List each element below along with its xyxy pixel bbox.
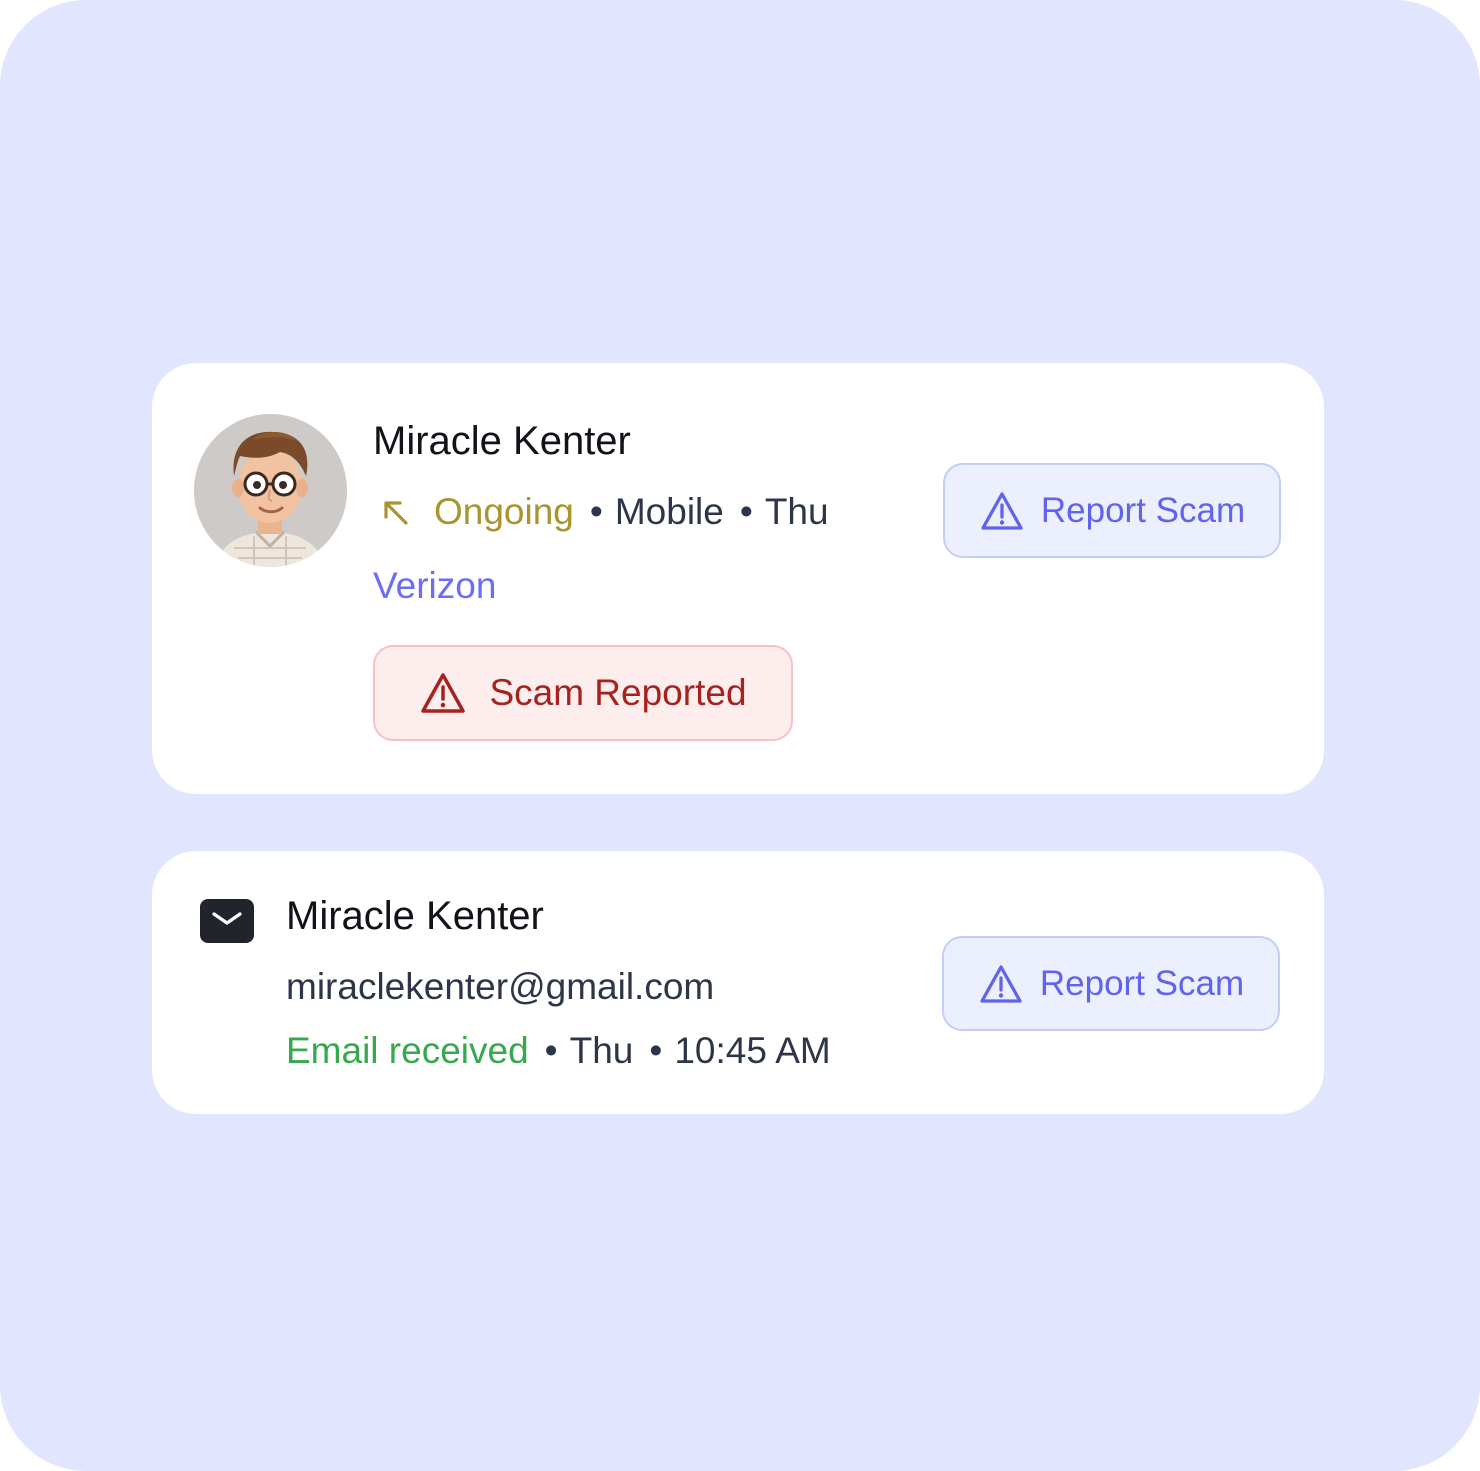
- avatar: [194, 414, 347, 567]
- contact-name: Miracle Kenter: [373, 419, 631, 463]
- warning-triangle-icon: [981, 491, 1023, 530]
- warning-triangle-icon: [980, 964, 1022, 1003]
- carrier-name: Verizon: [373, 565, 497, 606]
- email-status: Email received: [286, 1030, 529, 1071]
- call-status: Ongoing: [434, 491, 574, 532]
- separator: •: [739, 491, 753, 532]
- report-scam-label: Report Scam: [1039, 963, 1245, 1003]
- separator: •: [544, 1030, 558, 1071]
- avatar-illustration: [194, 414, 347, 567]
- call-card: Miracle Kenter Ongoing • Mobile • Thu Ve…: [152, 363, 1324, 794]
- call-day: Thu: [764, 491, 829, 532]
- report-scam-button[interactable]: Report Scam: [942, 936, 1280, 1031]
- contact-name: Miracle Kenter: [286, 894, 544, 938]
- report-scam-label: Report Scam: [1040, 490, 1246, 530]
- separator: •: [649, 1030, 663, 1071]
- outgoing-arrow-icon: [384, 500, 408, 525]
- report-scam-button[interactable]: Report Scam: [943, 463, 1281, 558]
- page-background: Miracle Kenter Ongoing • Mobile • Thu Ve…: [0, 0, 1480, 1471]
- email-card: Miracle Kenter miraclekenter@gmail.com E…: [152, 851, 1324, 1114]
- scam-reported-badge: Scam Reported: [373, 645, 793, 741]
- separator: •: [589, 491, 603, 532]
- email-meta: Email received • Thu • 10:45 AM: [286, 1032, 831, 1069]
- scam-reported-label: Scam Reported: [489, 672, 747, 713]
- email-time: 10:45 AM: [674, 1030, 831, 1071]
- mail-icon: [200, 899, 254, 943]
- warning-triangle-icon: [421, 673, 466, 713]
- device-type: Mobile: [614, 491, 724, 532]
- call-meta: Ongoing • Mobile • Thu: [378, 493, 829, 530]
- email-address: miraclekenter@gmail.com: [286, 966, 715, 1007]
- email-day: Thu: [569, 1030, 634, 1071]
